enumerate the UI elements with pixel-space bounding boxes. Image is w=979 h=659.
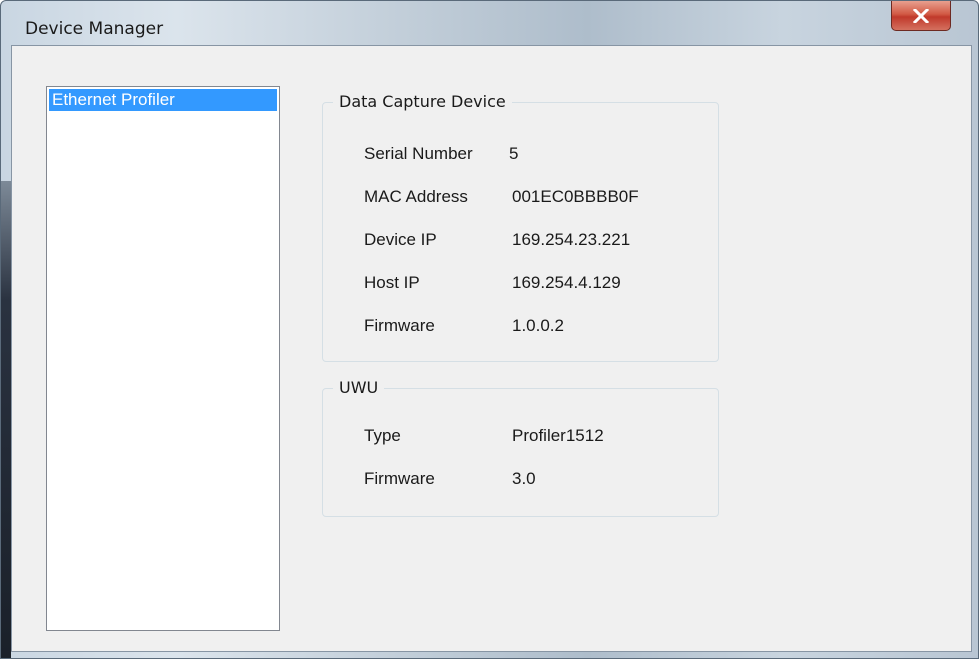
host-ip-value: 169.254.4.129: [512, 273, 621, 292]
uwu-group: UWU Type Profiler1512 Firmware 3.0: [322, 377, 719, 517]
uwu-firmware-label: Firmware: [364, 469, 435, 488]
title-bar[interactable]: Device Manager: [1, 1, 978, 39]
data-capture-device-group: Data Capture Device Serial Number 5 MAC …: [322, 91, 719, 362]
close-button[interactable]: [891, 1, 951, 31]
device-ip-value: 169.254.23.221: [512, 230, 631, 249]
firmware-label: Firmware: [364, 316, 435, 335]
firmware-value: 1.0.0.2: [512, 316, 564, 335]
device-ip-label: Device IP: [364, 230, 437, 249]
dialog-client-area: Ethernet Profiler Data Capture Device Se…: [11, 45, 972, 652]
host-ip-label: Host IP: [364, 273, 420, 292]
window-title: Device Manager: [25, 19, 164, 39]
device-manager-window: Device Manager Ethernet Profiler Data Ca…: [0, 0, 979, 659]
uwu-firmware-value: 3.0: [512, 469, 536, 488]
type-label: Type: [364, 426, 401, 445]
mac-address-label: MAC Address: [364, 187, 468, 206]
type-value: Profiler1512: [512, 426, 604, 445]
mac-address-value: 001EC0BBBB0F: [512, 187, 639, 206]
serial-number-label: Serial Number: [364, 144, 473, 163]
serial-number-value: 5: [509, 144, 519, 163]
device-list[interactable]: Ethernet Profiler: [46, 86, 280, 631]
list-item-ethernet-profiler[interactable]: Ethernet Profiler: [49, 89, 277, 111]
group-title: UWU: [333, 377, 385, 399]
close-icon: [913, 8, 929, 23]
group-title: Data Capture Device: [333, 91, 512, 113]
